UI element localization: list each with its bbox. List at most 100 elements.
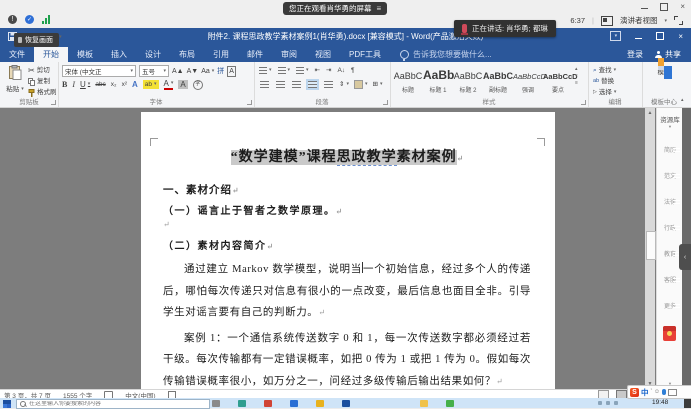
scroll-up-icon[interactable]: ▲ [648, 110, 653, 116]
font-size-select[interactable]: 五号▾ [139, 65, 169, 77]
styles-scroll-down-icon[interactable]: ▾ [575, 73, 578, 79]
doc-title[interactable]: “数学建模”课程思政教学素材案例↵ [163, 148, 531, 169]
replace-button[interactable]: ab替换 [593, 77, 616, 86]
taskbar-app-icon[interactable] [264, 400, 272, 407]
superscript-button[interactable]: x² [122, 80, 127, 89]
panel-item-resume[interactable]: 简历 [657, 144, 683, 154]
presenter-view-button[interactable]: 演讲者视图 [620, 15, 658, 26]
align-right-button[interactable] [292, 81, 301, 88]
tab-layout[interactable]: 布局 [170, 47, 204, 62]
doc-item-2[interactable]: （二）素材内容简介↵ [163, 238, 531, 255]
cut-button[interactable]: ✂剪切 [28, 66, 57, 75]
panel-collapse-handle[interactable]: ‹ [679, 244, 691, 270]
doc-heading[interactable]: 一、素材介绍↵ [163, 182, 531, 199]
multilevel-list-button[interactable]: ▾ [296, 66, 309, 75]
ribbon-options-icon[interactable]: ▾ [610, 31, 621, 41]
highlight-button[interactable]: ab▾ [143, 80, 159, 89]
taskbar-app-icon[interactable] [290, 400, 298, 407]
style-title[interactable]: AaBbC标题 [393, 66, 423, 94]
tray-icon[interactable] [614, 401, 618, 405]
sign-in-button[interactable]: 登录 [627, 49, 643, 60]
document-page[interactable]: “数学建模”课程思政教学素材案例↵ 一、素材介绍↵ （一）谣言止于智者之数学原理… [141, 112, 555, 389]
word-restore-icon[interactable] [656, 32, 664, 40]
tab-file[interactable]: 文件 [0, 47, 34, 62]
tab-references[interactable]: 引用 [204, 47, 238, 62]
panel-caret-icon[interactable]: ▼ [657, 124, 683, 129]
menu-icon[interactable]: ≡ [377, 4, 382, 13]
doc-item-1[interactable]: （一）谣言止于智者之数学原理。↵ [163, 203, 531, 220]
ime-mic-icon[interactable] [662, 389, 666, 395]
taskbar-app-icon[interactable] [446, 400, 454, 407]
panel-item-admin[interactable]: 行政 [657, 222, 683, 232]
doc-paragraph-1[interactable]: 通过建立 Markov 数学模型，说明当一个初始信息，经过多个人的传递后，哪怕每… [163, 259, 531, 324]
tell-me-box[interactable]: 告诉我您想要做什么... [390, 47, 492, 62]
enclose-characters-button[interactable]: 字 [193, 80, 203, 90]
copy-button[interactable]: 复制 [28, 77, 57, 86]
ime-keyboard-icon[interactable] [668, 389, 677, 396]
taskbar-app-icon[interactable] [238, 400, 246, 407]
info-icon[interactable]: ! [8, 15, 17, 24]
styles-scroll-up-icon[interactable]: ▴ [575, 66, 578, 72]
taskbar-app-icon[interactable] [212, 400, 220, 407]
search-input[interactable] [29, 401, 189, 407]
tab-view[interactable]: 视图 [306, 47, 340, 62]
show-desktop-button[interactable] [684, 398, 691, 408]
styles-dialog-launcher[interactable] [581, 100, 586, 105]
collapse-ribbon-icon[interactable]: ▴ [681, 97, 684, 103]
bold-button[interactable]: B [62, 80, 67, 89]
start-button[interactable] [3, 400, 11, 408]
italic-button[interactable]: I [72, 80, 75, 89]
strikethrough-button[interactable]: abc [95, 80, 105, 89]
tab-pdf-tools[interactable]: PDF工具 [340, 47, 390, 62]
tray-icon[interactable] [598, 401, 602, 405]
restore-icon[interactable] [660, 3, 668, 11]
font-color-button[interactable]: A▾ [164, 79, 174, 90]
underline-button[interactable]: U▾ [80, 80, 90, 89]
font-dialog-launcher[interactable] [247, 100, 252, 105]
taskbar-app-icon[interactable] [420, 400, 428, 407]
word-close-icon[interactable]: × [678, 32, 683, 41]
tab-insert[interactable]: 插入 [102, 47, 136, 62]
style-heading2[interactable]: AaBbC标题 2 [453, 66, 483, 94]
clipboard-dialog-launcher[interactable] [51, 100, 56, 105]
panel-item-service[interactable]: 客服 [657, 274, 683, 284]
taskbar-clock[interactable]: 19:48 [652, 399, 668, 406]
decrease-indent-button[interactable]: ⇤ [315, 66, 320, 75]
justify-button[interactable] [308, 81, 317, 88]
align-left-button[interactable] [260, 81, 269, 88]
template-button[interactable]: 模板 [642, 66, 686, 77]
borders-button[interactable]: ⊞▾ [372, 80, 382, 89]
red-envelope-icon[interactable] [663, 326, 676, 341]
align-center-button[interactable] [276, 81, 285, 88]
style-keypoints[interactable]: AaBbCcD要点 [543, 66, 573, 94]
line-spacing-button[interactable]: ⇕▾ [339, 80, 349, 89]
text-effects-button[interactable]: A [132, 80, 138, 89]
panel-item-samples[interactable]: 范文 [657, 170, 683, 180]
styles-more-icon[interactable]: ≡ [575, 80, 578, 86]
ime-emoji-icon[interactable]: ☺ [654, 389, 660, 395]
tab-home[interactable]: 开始 [34, 47, 68, 62]
taskbar-app-icon[interactable] [316, 400, 324, 407]
tab-review[interactable]: 审阅 [272, 47, 306, 62]
tab-mailings[interactable]: 邮件 [238, 47, 272, 62]
change-case-button[interactable]: Aa▾ [201, 67, 214, 76]
panel-item-law[interactable]: 法律 [657, 196, 683, 206]
style-emphasis[interactable]: AaBbCcD强调 [513, 66, 543, 94]
font-name-select[interactable]: 宋体 (中文正▾ [62, 65, 136, 77]
sort-button[interactable]: A↓ [337, 66, 345, 75]
numbering-button[interactable]: ▾ [278, 66, 291, 75]
doc-paragraph-2[interactable]: 案例 1：一个通信系统传送数字 0 和 1，每一次传送数字都必须经过若干级。每次… [163, 328, 531, 393]
find-button[interactable]: ⌕查找▾ [593, 66, 616, 75]
fullscreen-icon[interactable] [674, 16, 683, 25]
character-shading-button[interactable]: A [178, 80, 187, 89]
doc-empty-line[interactable]: ↵ [163, 220, 531, 238]
style-heading1[interactable]: AaBb标题 1 [423, 66, 453, 94]
shield-icon[interactable]: ✓ [25, 15, 34, 24]
distribute-button[interactable] [324, 81, 333, 88]
bullets-button[interactable]: ▾ [259, 66, 272, 75]
taskbar-app-icon[interactable] [342, 400, 350, 407]
vertical-scrollbar[interactable]: ▲ ▼ [645, 108, 655, 389]
shading-button[interactable]: ▾ [354, 80, 368, 89]
word-minimize-icon[interactable] [635, 38, 642, 39]
paste-button[interactable]: 粘贴▾ [4, 65, 26, 94]
